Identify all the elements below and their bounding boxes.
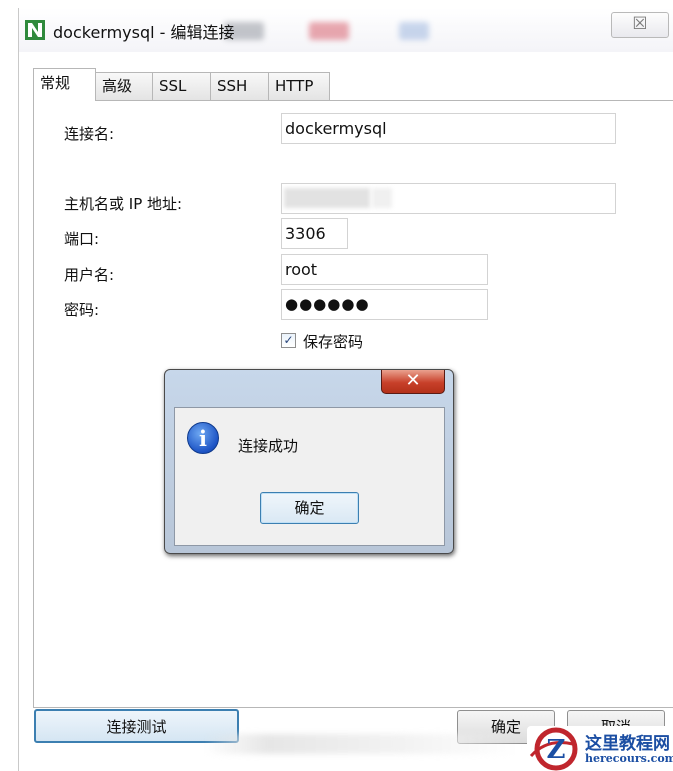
dialog-body: i 连接成功 确定 — [174, 407, 445, 546]
port-label: 端口: — [64, 230, 100, 248]
tab-http[interactable]: HTTP — [268, 72, 330, 100]
password-label: 密码: — [64, 301, 100, 319]
host-input[interactable] — [281, 183, 616, 214]
success-dialog: ✕ i 连接成功 确定 — [164, 369, 454, 554]
dialog-close-button[interactable]: ✕ — [381, 370, 445, 394]
window-title: dockermysql - 编辑连接 — [53, 23, 235, 42]
svg-text:Z: Z — [547, 735, 566, 765]
window-close-button[interactable]: ☒ — [611, 12, 669, 38]
watermark-logo-icon: Z — [529, 727, 578, 771]
tab-ssh[interactable]: SSH — [210, 72, 269, 100]
site-watermark: Z 这里教程网 herecours.com — [527, 726, 673, 771]
connection-name-input[interactable]: dockermysql — [281, 113, 616, 144]
blurred-region — [309, 22, 349, 40]
save-password-checkbox[interactable]: ✓ — [281, 333, 296, 348]
blurred-region — [399, 22, 429, 40]
tab-general[interactable]: 常规 — [33, 68, 96, 101]
tab-advanced[interactable]: 高级 — [95, 72, 153, 100]
info-icon: i — [187, 422, 219, 454]
port-input[interactable]: 3306 — [281, 218, 348, 249]
blurred-host-value — [284, 188, 370, 208]
watermark-title: 这里教程网 — [585, 734, 670, 754]
password-input[interactable]: ●●●●●● — [281, 289, 488, 320]
username-input[interactable]: root — [281, 254, 488, 285]
watermark-url: herecours.com — [585, 752, 673, 765]
host-label: 主机名或 IP 地址: — [64, 195, 183, 213]
dialog-ok-button[interactable]: 确定 — [260, 492, 359, 524]
save-password-label[interactable]: 保存密码 — [303, 331, 363, 352]
tab-ssl[interactable]: SSL — [152, 72, 211, 100]
dialog-message: 连接成功 — [238, 437, 299, 455]
connection-name-label: 连接名: — [64, 125, 115, 143]
blurred-host-value — [372, 188, 392, 208]
username-label: 用户名: — [64, 266, 115, 284]
navicat-app-icon — [25, 20, 45, 40]
blurred-region — [204, 734, 524, 754]
title-bar: dockermysql - 编辑连接 ☒ — [19, 8, 673, 52]
